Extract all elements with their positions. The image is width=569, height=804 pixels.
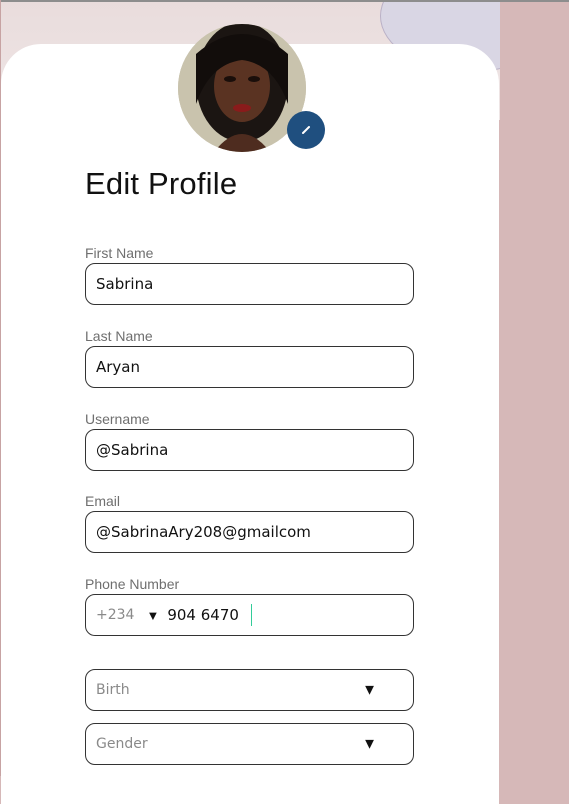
pencil-icon bbox=[302, 126, 310, 134]
country-code-dropdown-icon[interactable]: ▼ bbox=[146, 608, 159, 623]
birth-dropdown-icon[interactable]: ▼ bbox=[362, 682, 377, 699]
gender-dropdown-icon[interactable]: ▼ bbox=[362, 736, 377, 753]
username-label: Username bbox=[85, 411, 150, 427]
last-name-value: Aryan bbox=[96, 358, 141, 376]
username-field[interactable]: @Sabrina bbox=[85, 429, 414, 471]
page-title: Edit Profile bbox=[85, 166, 238, 201]
phone-field[interactable]: +234 ▼ 904 6470 bbox=[85, 594, 414, 636]
username-value: @Sabrina bbox=[96, 441, 169, 459]
gender-select[interactable]: Gender ▼ bbox=[85, 723, 414, 765]
phone-value: 904 6470 bbox=[167, 606, 239, 624]
first-name-value: Sabrina bbox=[96, 275, 154, 293]
first-name-field[interactable]: Sabrina bbox=[85, 263, 414, 305]
gender-placeholder: Gender bbox=[96, 736, 148, 752]
edit-avatar-button[interactable] bbox=[287, 111, 325, 149]
email-value: @SabrinaAry208@gmailcom bbox=[96, 523, 311, 541]
country-code[interactable]: +234 bbox=[96, 607, 134, 623]
last-name-label: Last Name bbox=[85, 328, 153, 344]
top-border bbox=[0, 0, 569, 2]
birth-select[interactable]: Birth ▼ bbox=[85, 669, 414, 711]
birth-placeholder: Birth bbox=[96, 682, 130, 698]
text-cursor bbox=[250, 604, 252, 626]
last-name-field[interactable]: Aryan bbox=[85, 346, 414, 388]
email-field[interactable]: @SabrinaAry208@gmailcom bbox=[85, 511, 414, 553]
right-background-panel bbox=[500, 0, 569, 776]
first-name-label: First Name bbox=[85, 245, 154, 261]
phone-label: Phone Number bbox=[85, 576, 180, 592]
email-label: Email bbox=[85, 493, 121, 509]
